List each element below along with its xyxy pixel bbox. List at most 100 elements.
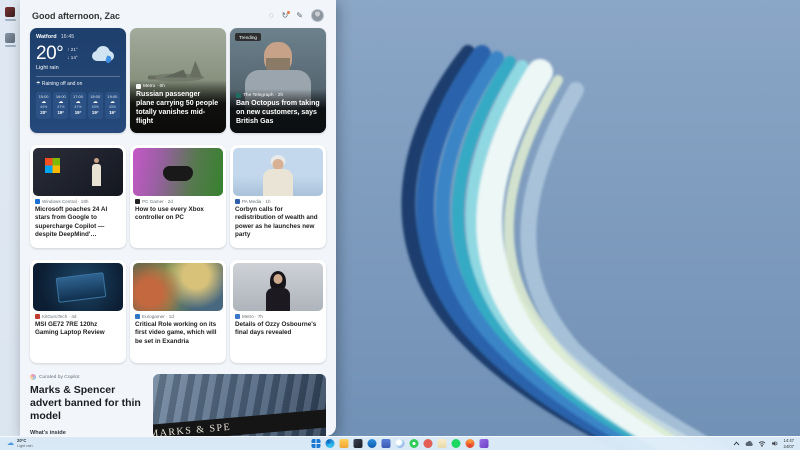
edit-icon[interactable]: ✎ — [296, 12, 303, 20]
teams-icon[interactable] — [382, 439, 391, 448]
fantasy-art-photo — [133, 263, 223, 311]
metro-favicon — [235, 314, 240, 319]
news-card-windows-central[interactable]: Windows Central · 18h Microsoft poaches … — [30, 145, 126, 248]
windows-central-favicon — [35, 199, 40, 204]
header-actions: ◌ ↻ ✎ — [269, 9, 324, 22]
whatsapp-icon[interactable] — [410, 439, 419, 448]
current-temp: 20° — [36, 44, 63, 63]
rain-cloud-icon — [92, 46, 120, 63]
pinned-app-icon[interactable] — [424, 439, 433, 448]
news-card-corbyn[interactable]: PA Media · 1h Corbyn calls for redistrib… — [230, 145, 326, 248]
kitguru-favicon — [35, 314, 40, 319]
hour-temp: 19° — [53, 110, 68, 116]
avatar[interactable] — [311, 9, 324, 22]
whats-inside-heading: What's inside — [30, 430, 146, 436]
loop-icon[interactable] — [480, 439, 489, 448]
headline: Ban Octopus from taking on new customers… — [236, 100, 320, 127]
weather-time: 16:45 — [61, 34, 75, 40]
firefox-icon[interactable] — [466, 439, 475, 448]
news-card-plane[interactable]: Metro · 6h Russian passenger plane carry… — [130, 28, 226, 133]
source-meta: Metro · 7h — [242, 314, 263, 319]
microsoft-event-photo — [33, 148, 123, 196]
news-card-pc-gamer[interactable]: PC Gamer · 2d How to use every Xbox cont… — [130, 145, 226, 248]
telegraph-favicon — [236, 93, 241, 98]
source-meta: PA Media · 1h — [242, 199, 271, 204]
volume-icon[interactable] — [771, 440, 779, 447]
news-card-ozzy[interactable]: Metro · 7h Details of Ozzy Osbourne's fi… — [230, 260, 326, 363]
widgets-grid: Watford 16:45 20° ↑ 21° ↓ 14° Light rain… — [20, 27, 336, 363]
spotify-icon[interactable] — [452, 439, 461, 448]
source-row: PA Media · 1h — [235, 199, 321, 204]
taskbar-app-icons — [312, 439, 489, 448]
outlook-icon[interactable] — [368, 439, 377, 448]
hour-time: 18:00 — [88, 94, 103, 100]
file-explorer-icon[interactable] — [340, 439, 349, 448]
rail-label-bar — [5, 19, 16, 21]
rail-item-profile[interactable] — [5, 7, 16, 21]
eurogamer-favicon — [135, 314, 140, 319]
tray-date: 24/07 — [784, 444, 794, 449]
tray-chevron-icon[interactable] — [733, 441, 740, 446]
pa-media-favicon — [235, 199, 240, 204]
metro-favicon — [136, 84, 141, 89]
xbox-controller-photo — [133, 148, 223, 196]
ozzy-photo — [233, 263, 323, 311]
taskbar-weather-widget[interactable]: ☁ 20°C Light rain — [0, 437, 40, 450]
wifi-icon[interactable] — [758, 440, 766, 447]
source-row: Metro · 6h — [136, 84, 220, 89]
card-text-overlay: Metro · 6h Russian passenger plane carry… — [130, 80, 226, 133]
corbyn-photo — [233, 148, 323, 196]
source-meta: Windows Central · 18h — [42, 199, 88, 204]
source-meta: PC Gamer · 2d — [142, 199, 173, 204]
marks-spencer-photo[interactable]: MARKS & SPE — [153, 374, 326, 436]
hour-chip[interactable]: 19:00 ☁ 43% 19° — [105, 92, 120, 119]
hour-chip[interactable]: 18:00 ☁ 43% 19° — [88, 92, 103, 119]
start-button[interactable] — [312, 439, 321, 448]
headline: How to use every Xbox controller on PC — [135, 206, 221, 223]
weather-condition: Light rain — [36, 65, 120, 71]
hour-chip[interactable]: 15:00 ☁ 44% 20° — [36, 92, 51, 119]
greeting-text: Good afternoon, Zac — [32, 11, 120, 21]
copilot-story-summary[interactable]: Curated by Copilot Marks & Spencer adver… — [30, 374, 146, 436]
notepad-icon[interactable] — [438, 439, 447, 448]
source-row: PC Gamer · 2d — [135, 199, 221, 204]
hour-chip[interactable]: 17:00 ☁ 47% 19° — [70, 92, 85, 119]
source-row: Windows Central · 18h — [35, 199, 121, 204]
notification-dot — [287, 11, 290, 14]
hour-temp: 19° — [88, 110, 103, 116]
source-meta: Metro · 6h — [143, 84, 165, 89]
source-meta: The Telegraph · 2h — [243, 93, 283, 98]
source-row: KitGuruTech · 4d — [35, 314, 121, 319]
weather-header: Watford 16:45 — [36, 34, 120, 40]
copilot-icon[interactable] — [396, 439, 405, 448]
hour-time: 16:00 — [53, 94, 68, 100]
taskbar-condition: Light rain — [17, 444, 33, 448]
headline: MSI GE72 7RE 120hz Gaming Laptop Review — [35, 321, 121, 338]
hour-time: 15:00 — [36, 94, 51, 100]
news-card-trending[interactable]: Trending The Telegraph · 2h Ban Octopus … — [230, 28, 326, 133]
edge-icon[interactable] — [326, 439, 335, 448]
refresh-icon[interactable]: ↻ — [282, 12, 289, 20]
taskbar: ☁ 20°C Light rain — [0, 436, 800, 450]
tray-clock[interactable]: 14:47 24/07 — [784, 438, 794, 448]
pc-gamer-favicon — [135, 199, 140, 204]
feed-icon — [5, 33, 15, 43]
hour-temp: 19° — [105, 110, 120, 116]
headline: Details of Ozzy Osbourne's final days re… — [235, 321, 321, 338]
news-card-msi-laptop[interactable]: KitGuruTech · 4d MSI GE72 7RE 120hz Gami… — [30, 260, 126, 363]
copilot-curated-section: Curated by Copilot Marks & Spencer adver… — [20, 363, 336, 436]
photos-icon[interactable] — [354, 439, 363, 448]
slideshow-icon[interactable]: ◌ — [269, 12, 274, 20]
trending-badge: Trending — [235, 33, 261, 41]
rail-item-feed[interactable] — [5, 33, 16, 47]
hour-time: 17:00 — [70, 94, 85, 100]
desktop: Good afternoon, Zac ◌ ↻ ✎ Watford 16:45 … — [0, 0, 800, 450]
card-text-overlay: The Telegraph · 2h Ban Octopus from taki… — [230, 89, 326, 133]
rail-label-bar — [5, 45, 16, 47]
weather-location: Watford — [36, 34, 57, 40]
news-card-critical-role[interactable]: Eurogamer · 1d Critical Role working on … — [130, 260, 226, 363]
weather-widget[interactable]: Watford 16:45 20° ↑ 21° ↓ 14° Light rain… — [30, 28, 126, 133]
hour-chip[interactable]: 16:00 ☁ 47% 19° — [53, 92, 68, 119]
onedrive-icon[interactable] — [745, 441, 753, 447]
weather-current: 20° ↑ 21° ↓ 14° — [36, 44, 120, 63]
